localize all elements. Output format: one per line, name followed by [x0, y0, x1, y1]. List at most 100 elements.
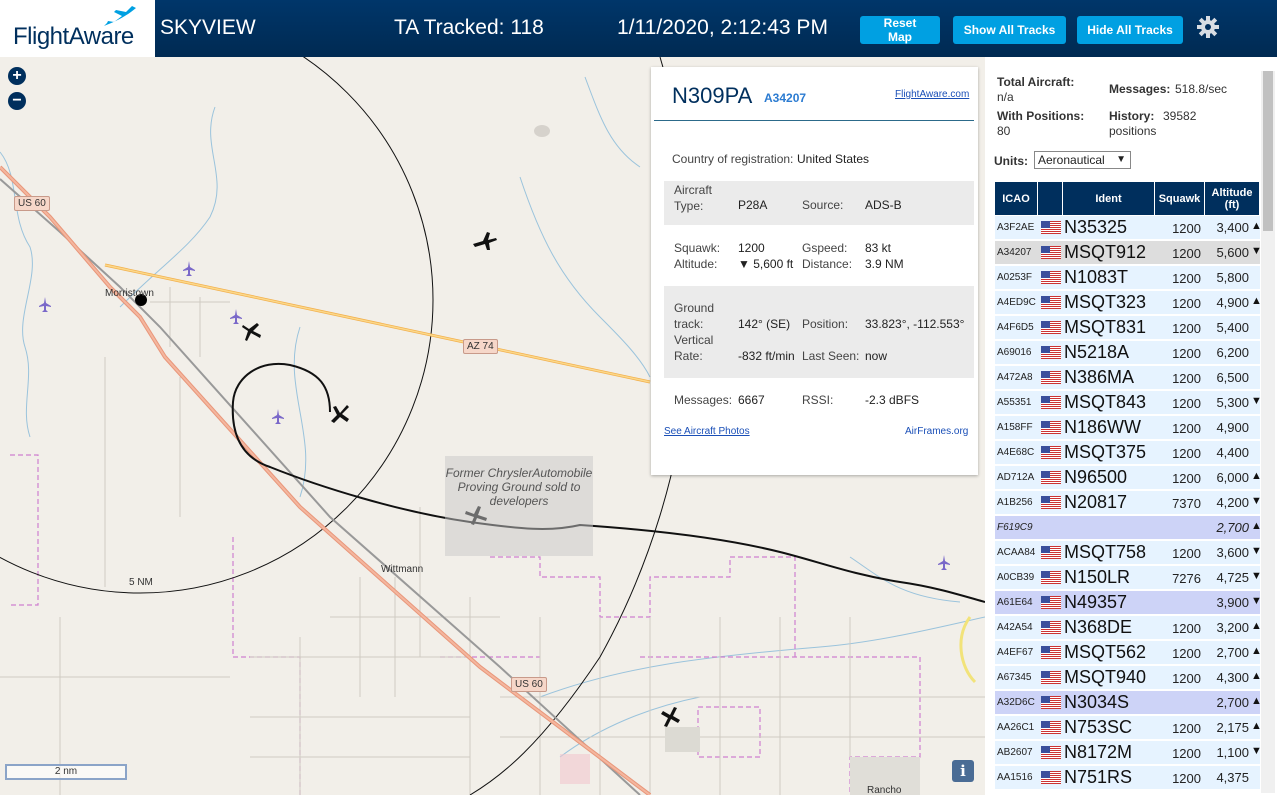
aircraft-table-row[interactable]: AB2607 N8172M 1200 1,100 ▼ — [995, 741, 1262, 765]
aircraft-table-row[interactable]: ACAA84 MSQT758 1200 3,600 ▼ — [995, 541, 1262, 565]
row-ident: N49357 — [1064, 592, 1128, 612]
row-icao: A4EF67 — [997, 647, 1034, 658]
row-squawk: 1200 — [1172, 221, 1201, 236]
column-header-squawk[interactable]: Squawk — [1155, 182, 1205, 215]
vertical-rate-label: Vertical Rate: — [674, 333, 714, 363]
row-altitude: 4,300 — [1216, 670, 1249, 685]
row-icao: A158FF — [997, 422, 1033, 433]
row-altitude: 2,700 — [1216, 645, 1249, 660]
show-all-tracks-button[interactable]: Show All Tracks — [953, 16, 1066, 44]
us-flag-icon — [1041, 771, 1061, 784]
row-icao: A0253F — [997, 272, 1033, 283]
chevron-down-icon: ▼ — [1116, 154, 1126, 165]
aircraft-photos-link[interactable]: See Aircraft Photos — [664, 426, 750, 437]
row-icao: AA1516 — [997, 772, 1033, 783]
us-flag-icon — [1041, 746, 1061, 759]
altitude-value: ▼ 5,600 ft — [738, 257, 794, 271]
vertical-rate-value: -832 ft/min — [738, 349, 795, 363]
row-icao: A3F2AE — [997, 222, 1035, 233]
place-label: Rancho — [867, 785, 902, 795]
aircraft-table-row[interactable]: A0253F N1083T 1200 5,800 — [995, 266, 1260, 290]
column-header-ident[interactable]: Ident — [1063, 182, 1155, 215]
list-scrollbar[interactable] — [1261, 71, 1275, 793]
row-ident: N8172M — [1064, 742, 1133, 762]
row-altitude: 3,400 — [1216, 220, 1249, 235]
position-value: 33.823°, -112.553° — [865, 317, 965, 331]
aircraft-table-row[interactable]: A61E64 N49357 3,900 ▼ — [995, 591, 1262, 615]
aircraft-table-row[interactable]: A4F6D5 MSQT831 1200 5,400 — [995, 316, 1260, 340]
aircraft-table-row[interactable]: AA1516 N751RS 1200 4,375 — [995, 766, 1260, 790]
flightaware-link[interactable]: FlightAware.com — [895, 89, 969, 100]
row-ident: N20817 — [1064, 492, 1128, 512]
row-ident: N753SC — [1064, 717, 1133, 737]
aircraft-detail-popup: N309PA A34207 FlightAware.com Country of… — [651, 67, 978, 475]
row-icao: A42A54 — [997, 622, 1033, 633]
us-flag-icon — [1041, 546, 1061, 559]
aircraft-hex-code: A34207 — [764, 91, 807, 105]
aircraft-table-row[interactable]: F619C9 2,700 ▲ — [995, 516, 1262, 540]
us-flag-icon — [1041, 271, 1061, 284]
row-icao: F619C9 — [997, 522, 1033, 533]
aircraft-table-row[interactable]: AA26C1 N753SC 1200 2,175 ▲ — [995, 716, 1262, 740]
zoom-in-button[interactable]: + — [8, 67, 26, 85]
aircraft-table-row[interactable]: A67345 MSQT940 1200 4,300 ▲ — [995, 666, 1262, 690]
column-header-altitude[interactable]: Altitude (ft) — [1205, 182, 1260, 215]
aircraft-type-label: Aircraft Type: — [674, 183, 713, 213]
aircraft-marker-selected[interactable] — [327, 401, 353, 427]
row-squawk: 1200 — [1172, 271, 1201, 286]
column-header-flag[interactable] — [1038, 182, 1063, 215]
row-ident: MSQT831 — [1064, 317, 1147, 337]
row-altitude: 5,400 — [1216, 320, 1249, 335]
aircraft-marker[interactable] — [471, 230, 499, 252]
airport-icon — [230, 309, 242, 324]
place-label: Wittmann — [381, 564, 424, 575]
row-altitude: 2,700 — [1216, 520, 1249, 535]
distance-label: Distance: — [802, 257, 853, 271]
us-flag-icon — [1041, 446, 1061, 459]
aircraft-table-row[interactable]: A4EF67 MSQT562 1200 2,700 ▲ — [995, 641, 1262, 665]
airport-icon — [272, 409, 284, 424]
aircraft-table-row[interactable]: A42A54 N368DE 1200 3,200 ▲ — [995, 616, 1262, 640]
us-flag-icon — [1041, 471, 1061, 484]
aircraft-table-row[interactable]: A32D6C N3034S 2,700 ▲ — [995, 691, 1262, 715]
us-flag-icon — [1041, 221, 1061, 234]
aircraft-table-row[interactable]: A55351 MSQT843 1200 5,300 ▼ — [995, 391, 1262, 415]
range-ring-label: 5 NM — [129, 577, 153, 588]
units-select[interactable]: Aeronautical ▼ — [1034, 151, 1131, 169]
top-header: FlightAware SKYVIEW TA Tracked: 118 1/11… — [0, 0, 1277, 57]
aircraft-table-row[interactable]: A3F2AE N35325 1200 3,400 ▲ — [995, 216, 1262, 240]
us-flag-icon — [1041, 646, 1061, 659]
row-altitude: 4,200 — [1216, 495, 1249, 510]
aircraft-table-row[interactable]: A69016 N5218A 1200 6,200 — [995, 341, 1260, 365]
row-icao: A4F6D5 — [997, 322, 1034, 333]
us-flag-icon — [1041, 421, 1061, 434]
aircraft-table-row[interactable]: A0CB39 N150LR 7276 4,725 ▼ — [995, 566, 1262, 590]
row-altitude: 5,300 — [1216, 395, 1249, 410]
row-altitude: 3,900 — [1216, 595, 1249, 610]
column-header-icao[interactable]: ICAO — [995, 182, 1038, 215]
distance-value: 3.9 NM — [865, 257, 904, 271]
aircraft-table-row[interactable]: AD712A N96500 1200 6,000 ▲ — [995, 466, 1262, 490]
rssi-label: RSSI: — [802, 393, 834, 407]
us-flag-icon — [1041, 696, 1061, 709]
us-flag-icon — [1041, 321, 1061, 334]
skyview-app: FlightAware SKYVIEW TA Tracked: 118 1/11… — [0, 0, 1277, 795]
aircraft-table-row[interactable]: A158FF N186WW 1200 4,900 — [995, 416, 1260, 440]
airframes-link[interactable]: AirFrames.org — [905, 426, 968, 437]
reset-map-button[interactable]: Reset Map — [860, 16, 940, 44]
hide-all-tracks-button[interactable]: Hide All Tracks — [1077, 16, 1183, 44]
scrollbar-thumb[interactable] — [1263, 71, 1273, 231]
flightaware-logo[interactable]: FlightAware — [0, 0, 155, 57]
aircraft-table-row[interactable]: A472A8 N386MA 1200 6,500 — [995, 366, 1260, 390]
aircraft-table-row[interactable]: A4E68C MSQT375 1200 4,400 — [995, 441, 1260, 465]
aircraft-table-row[interactable]: A34207 MSQT912 1200 5,600 ▼ — [995, 241, 1262, 265]
zoom-out-button[interactable]: − — [8, 92, 26, 110]
row-squawk: 1200 — [1172, 396, 1201, 411]
aircraft-table-row[interactable]: A1B256 N20817 7370 4,200 ▼ — [995, 491, 1262, 515]
map-info-button[interactable]: i — [952, 760, 974, 782]
messages-value: 6667 — [738, 393, 765, 407]
aircraft-table-row[interactable]: A4ED9C MSQT323 1200 4,900 ▲ — [995, 291, 1262, 315]
aircraft-marker[interactable] — [658, 704, 684, 730]
row-altitude: 4,900 — [1216, 420, 1249, 435]
gear-icon[interactable] — [1195, 14, 1221, 40]
